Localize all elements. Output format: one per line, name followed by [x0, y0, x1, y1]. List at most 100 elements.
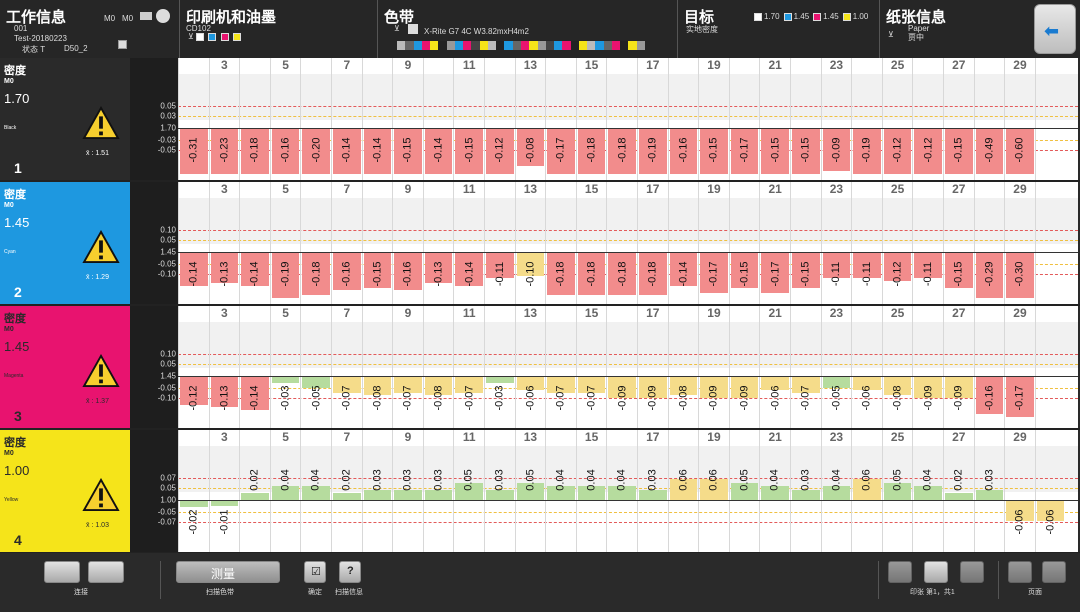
zone-column[interactable]: -0.15 — [361, 182, 393, 304]
zone-column[interactable]: 29 -0.06 — [1004, 430, 1035, 552]
zone-column[interactable]: 11 0.05 — [453, 430, 484, 552]
zone-column[interactable] — [1034, 58, 1066, 180]
zone-column[interactable]: 11 -0.15 — [453, 58, 484, 180]
zone-column[interactable]: 29 -0.30 — [1004, 182, 1035, 304]
zone-column[interactable]: -0.09 — [912, 306, 943, 428]
zone-column[interactable]: 9 -0.15 — [392, 58, 423, 180]
connect-network-button[interactable] — [88, 561, 124, 583]
zone-column[interactable]: 29 -0.60 — [1004, 58, 1035, 180]
zone-column[interactable]: -0.12 — [484, 58, 515, 180]
zone-column[interactable]: -0.14 — [361, 58, 393, 180]
zone-column[interactable]: 13 -0.08 — [514, 58, 546, 180]
zone-column[interactable]: -0.11 — [484, 182, 515, 304]
zone-column[interactable]: 0.06 — [667, 430, 699, 552]
zone-column[interactable]: -0.14 — [667, 182, 699, 304]
zone-column[interactable]: 5 -0.03 — [269, 306, 301, 428]
zone-column[interactable]: 9 -0.16 — [392, 182, 423, 304]
zone-column[interactable]: 0.02 — [239, 430, 270, 552]
zone-column[interactable]: 21 -0.15 — [759, 58, 790, 180]
zone-column[interactable]: -0.07 — [790, 306, 821, 428]
zone-column[interactable]: 7 -0.14 — [331, 58, 362, 180]
zone-column[interactable]: -0.09 — [606, 306, 637, 428]
back-button[interactable]: ⬅ — [1034, 4, 1076, 54]
zone-column[interactable]: -0.08 — [667, 306, 699, 428]
zone-column[interactable]: 0.05 — [728, 430, 760, 552]
zone-column[interactable]: 0.03 — [973, 430, 1005, 552]
zone-column[interactable]: 0.03 — [790, 430, 821, 552]
zone-column[interactable]: -0.18 — [606, 182, 637, 304]
press-ink-section[interactable]: 印刷机和油墨 CD102 ⊻ — [180, 0, 378, 58]
zone-column[interactable]: -0.14 — [422, 58, 454, 180]
prev-sheet-button[interactable] — [888, 561, 912, 583]
zone-column[interactable]: 23 -0.11 — [820, 182, 852, 304]
zone-column[interactable]: -0.15 — [790, 182, 821, 304]
zone-column[interactable]: -0.05 — [300, 306, 331, 428]
paper-section[interactable]: 纸张信息 ⊻ Paper 贾中 — [880, 0, 1030, 58]
zone-column[interactable]: 3 -0.23 — [208, 58, 240, 180]
zone-column[interactable] — [1034, 182, 1066, 304]
zone-column[interactable]: -0.15 — [790, 58, 821, 180]
zone-column[interactable]: 15 -0.18 — [575, 182, 607, 304]
zone-column[interactable] — [1034, 306, 1066, 428]
zone-column[interactable]: 9 -0.07 — [392, 306, 423, 428]
zone-column[interactable]: 11 -0.07 — [453, 306, 484, 428]
zone-column[interactable]: 23 -0.05 — [820, 306, 852, 428]
zone-column[interactable]: 17 -0.18 — [637, 182, 668, 304]
zone-column[interactable]: 25 0.05 — [881, 430, 913, 552]
zone-column[interactable]: 7 0.02 — [331, 430, 362, 552]
zone-column[interactable]: 19 0.06 — [698, 430, 729, 552]
zone-column[interactable]: 19 -0.15 — [698, 58, 729, 180]
zone-column[interactable]: -0.29 — [973, 182, 1005, 304]
zone-column[interactable]: 27 -0.09 — [943, 306, 974, 428]
zone-column[interactable]: 11 -0.14 — [453, 182, 484, 304]
zone-column[interactable]: -0.08 — [361, 306, 393, 428]
zone-column[interactable]: 27 -0.15 — [943, 182, 974, 304]
zone-column[interactable]: -0.07 — [545, 306, 576, 428]
scan-info-button[interactable]: ? — [339, 561, 361, 583]
zone-column[interactable]: 27 -0.15 — [943, 58, 974, 180]
zone-column[interactable]: 17 -0.09 — [637, 306, 668, 428]
zone-column[interactable]: 25 -0.12 — [881, 58, 913, 180]
confirm-button[interactable]: ☑ — [304, 561, 326, 583]
zone-column[interactable]: -0.12 — [912, 58, 943, 180]
zone-column[interactable]: 13 -0.06 — [514, 306, 546, 428]
zone-column[interactable]: -0.16 — [667, 58, 699, 180]
zone-column[interactable]: -0.12 — [178, 306, 209, 428]
zone-column[interactable]: -0.15 — [728, 182, 760, 304]
next-sheet-button[interactable] — [960, 561, 984, 583]
zone-column[interactable]: -0.17 — [545, 58, 576, 180]
zone-column[interactable]: 13 0.05 — [514, 430, 546, 552]
zone-column[interactable]: 21 0.04 — [759, 430, 790, 552]
target-section[interactable]: 目标 实地密度 1.70 1.45 1.45 1.00 — [678, 0, 880, 58]
zone-column[interactable]: -0.20 — [300, 58, 331, 180]
zone-column[interactable]: -0.14 — [178, 182, 209, 304]
zone-column[interactable]: -0.11 — [912, 182, 943, 304]
rotate-button[interactable] — [924, 561, 948, 583]
zone-column[interactable]: -0.16 — [973, 306, 1005, 428]
zone-column[interactable]: -0.17 — [728, 58, 760, 180]
zone-column[interactable]: 25 -0.12 — [881, 182, 913, 304]
zone-column[interactable]: -0.19 — [851, 58, 882, 180]
zone-column[interactable]: 23 0.04 — [820, 430, 852, 552]
zone-column[interactable]: 0.04 — [300, 430, 331, 552]
zone-column[interactable]: 0.04 — [606, 430, 637, 552]
zone-column[interactable]: 0.03 — [422, 430, 454, 552]
zone-column[interactable]: 25 -0.08 — [881, 306, 913, 428]
ink-sidebar[interactable]: 密度 M0 1.45 Cyan x̄ : 1.29 2 — [0, 182, 130, 304]
page-down-button[interactable] — [1042, 561, 1066, 583]
zone-column[interactable]: 19 -0.17 — [698, 182, 729, 304]
zone-column[interactable]: 0.04 — [912, 430, 943, 552]
zone-column[interactable]: 0.03 — [484, 430, 515, 552]
zone-column[interactable]: 19 -0.09 — [698, 306, 729, 428]
zone-column[interactable]: 15 -0.07 — [575, 306, 607, 428]
zone-column[interactable]: 13 -0.10 — [514, 182, 546, 304]
page-up-button[interactable] — [1008, 561, 1032, 583]
zone-column[interactable]: -0.18 — [545, 182, 576, 304]
zone-column[interactable]: 23 -0.09 — [820, 58, 852, 180]
zone-column[interactable]: -0.13 — [422, 182, 454, 304]
zone-column[interactable]: 3 -0.13 — [208, 182, 240, 304]
ink-sidebar[interactable]: 密度 M0 1.00 Yellow x̄ : 1.03 4 — [0, 430, 130, 552]
ink-sidebar[interactable]: 密度 M0 1.45 Magenta x̄ : 1.37 3 — [0, 306, 130, 428]
zone-column[interactable]: 17 -0.19 — [637, 58, 668, 180]
zone-column[interactable]: 27 0.02 — [943, 430, 974, 552]
